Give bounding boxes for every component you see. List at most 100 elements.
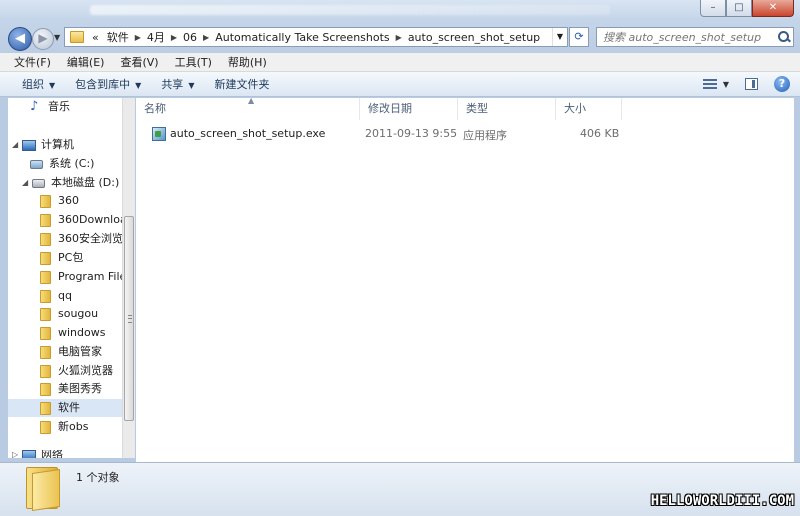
menu-view[interactable]: 查看(V) [112,54,166,70]
nav-item-label: 软件 [58,401,80,414]
share-button[interactable]: 共享 ▼ [153,76,206,92]
nav-folder[interactable]: Program Files [40,268,122,286]
chevron-right-icon[interactable]: ▶ [133,33,143,42]
file-name: auto_screen_shot_setup.exe [170,127,326,140]
nav-folder[interactable]: 美图秀秀 [40,380,102,398]
search-box[interactable] [596,27,794,47]
preview-pane-icon[interactable] [745,78,758,90]
column-header-name[interactable]: ▲ 名称 [136,96,360,120]
folder-icon [40,270,51,284]
search-icon[interactable] [777,30,791,44]
navigation-pane: ♪ 音乐 ◢ 计算机 系统 (C:) ◢ 本地磁盘 (D:) 360 360Downl… [8,98,122,458]
computer-icon [22,139,36,151]
menu-file[interactable]: 文件(F) [6,54,59,70]
chevron-right-icon[interactable]: ▶ [201,33,211,42]
column-header-modified[interactable]: 修改日期 [360,98,458,120]
nav-folder[interactable]: 新obs [40,418,88,436]
chevron-right-icon[interactable]: ▶ [169,33,179,42]
nav-item-label: qq [58,289,72,302]
file-type: 应用程序 [463,129,507,142]
nav-folder[interactable]: qq [40,287,72,305]
menu-tools[interactable]: 工具(T) [167,54,220,70]
include-in-library-label: 包含到库中 [75,78,131,91]
recent-pages-dropdown[interactable]: ▼ [54,33,60,42]
folder-icon [40,251,51,265]
tree-collapsed-icon[interactable]: ▷ [12,450,22,458]
breadcrumb-item[interactable]: 06 [179,31,201,44]
nav-item-label: 系统 (C:) [49,157,95,170]
view-dropdown-button[interactable]: ▼ [723,80,729,89]
scrollbar-thumb[interactable] [124,216,134,421]
menu-help[interactable]: 帮助(H) [220,54,275,70]
nav-folder[interactable]: 360Download [40,211,122,229]
folder-icon [70,31,84,43]
address-bar[interactable]: « 软件 ▶ 4月 ▶ 06 ▶ Automatically Take Scre… [64,27,568,47]
file-size: 406 KB [580,127,620,140]
music-note-icon: ♪ [30,99,39,114]
nav-item-label: 新obs [58,420,89,433]
back-button[interactable]: ◀ [8,27,32,51]
folder-icon [24,467,60,509]
file-modified: 2011-09-13 9:55 [365,127,458,140]
nav-folder[interactable]: 360 [40,192,79,210]
breadcrumb-item[interactable]: Automatically Take Screenshots [211,31,393,44]
breadcrumb-item[interactable]: 软件 [103,29,133,45]
share-label: 共享 [161,78,184,91]
column-header-size[interactable]: 大小 [556,98,622,120]
nav-folder[interactable]: 火狐浏览器 [40,362,113,380]
help-icon[interactable]: ? [774,76,790,92]
nav-folder-selected[interactable]: 软件 [8,399,122,417]
close-button[interactable]: ✕ [752,0,794,17]
nav-item-label: 计算机 [41,138,74,151]
nav-item-label: windows [58,326,106,339]
new-folder-button[interactable]: 新建文件夹 [206,76,281,92]
hard-drive-icon [32,178,45,188]
view-options-icon[interactable] [702,78,717,90]
include-in-library-button[interactable]: 包含到库中 ▼ [67,76,153,92]
forward-button[interactable]: ▶ [32,28,54,50]
nav-item-music[interactable]: ♪ 音乐 [30,98,70,116]
tree-expanded-icon[interactable]: ◢ [22,174,32,192]
nav-item-drive-c[interactable]: 系统 (C:) [30,155,94,173]
organize-button[interactable]: 组织 ▼ [14,76,67,92]
nav-folder[interactable]: sougou [40,305,98,323]
tree-expanded-icon[interactable]: ◢ [12,136,22,154]
folder-icon [40,232,51,246]
refresh-button[interactable]: ⟳ [569,27,589,47]
nav-item-label: 本地磁盘 (D:) [51,176,120,189]
nav-folder[interactable]: PC包 [40,249,83,267]
blurred-title-area [90,5,610,15]
breadcrumb-overflow[interactable]: « [88,31,103,44]
breadcrumb-item-current[interactable]: auto_screen_shot_setup [404,31,544,44]
refresh-icon: ⟳ [574,30,584,43]
menu-edit[interactable]: 编辑(E) [59,54,113,70]
file-row[interactable]: auto_screen_shot_setup.exe 2011-09-13 9:… [150,124,790,144]
nav-item-drive-d[interactable]: ◢ 本地磁盘 (D:) [22,174,119,192]
chevron-down-icon: ▼ [49,81,56,90]
folder-icon [40,364,51,378]
folder-icon [40,194,51,208]
nav-folder[interactable]: 电脑管家 [40,343,102,361]
chevron-down-icon: ▼ [188,81,195,90]
sort-ascending-icon: ▲ [248,96,255,105]
nav-folder[interactable]: 360安全浏览器 [40,230,122,248]
nav-item-computer[interactable]: ◢ 计算机 [12,136,74,154]
nav-folder[interactable]: windows [40,324,105,342]
grip-icon [128,315,132,323]
search-input[interactable] [603,30,773,44]
arrow-left-icon: ◀ [15,31,25,46]
organize-label: 组织 [22,78,44,91]
breadcrumb-item[interactable]: 4月 [143,29,169,45]
nav-scrollbar[interactable] [122,98,135,458]
chevron-down-icon: ▼ [54,33,61,42]
nav-item-network[interactable]: ▷ 网络 [12,450,63,458]
explorer-window: – □ ✕ ◀ ▶ ▼ « 软件 ▶ 4月 ▶ 06 ▶ Automatical… [0,0,800,516]
details-pane: 1 个对象 HELLOWORLDIII.COM [0,462,800,516]
folder-icon [40,289,51,303]
folder-icon [40,307,51,321]
maximize-button[interactable]: □ [726,0,752,17]
address-dropdown-button[interactable]: ▼ [552,28,567,46]
column-header-type[interactable]: 类型 [458,98,556,120]
chevron-right-icon[interactable]: ▶ [394,33,404,42]
minimize-button[interactable]: – [700,0,726,17]
